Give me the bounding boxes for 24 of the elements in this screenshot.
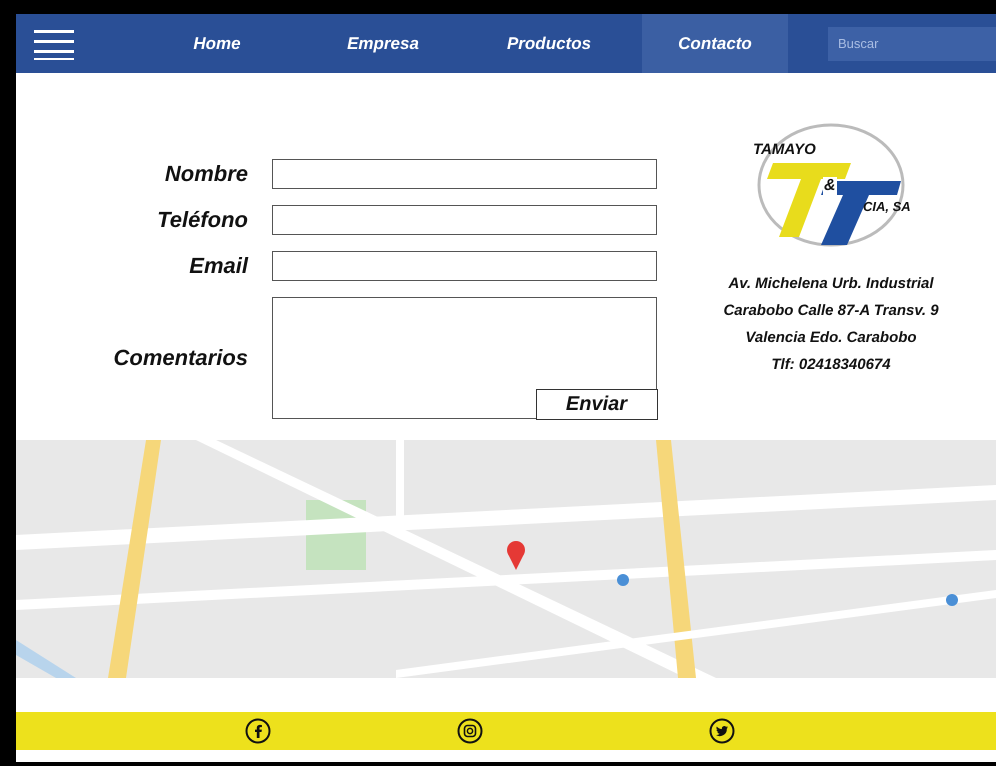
field-label: Email xyxy=(188,253,248,279)
field-label: Nombre xyxy=(164,161,248,187)
logo-text: CIA, SA xyxy=(863,199,911,214)
logo-text: TAMAYO xyxy=(753,141,816,158)
search-field[interactable]: Buscar xyxy=(828,26,996,60)
address-line: Av. Michelena Urb. Industrial xyxy=(728,275,934,292)
address-line: Tlf: 02418340674 xyxy=(771,356,891,373)
address-line: Carabobo Calle 87-A Transv. 9 xyxy=(723,302,939,319)
logo-text: & xyxy=(823,177,837,195)
submit-button[interactable]: Enviar xyxy=(536,388,658,420)
input-field[interactable] xyxy=(272,251,657,281)
comments-field[interactable]: Enviar xyxy=(272,297,657,419)
field-label: Teléfono xyxy=(156,207,248,233)
nav-tab[interactable]: Home xyxy=(144,14,290,73)
input-field[interactable] xyxy=(272,159,657,189)
address-line: Valencia Edo. Carabobo xyxy=(745,329,917,346)
twitter-icon[interactable] xyxy=(709,718,735,744)
instagram-icon[interactable] xyxy=(457,718,483,744)
nav-tab[interactable]: Productos xyxy=(476,14,622,73)
input-field[interactable] xyxy=(272,205,657,235)
field-label: Comentarios xyxy=(112,345,248,371)
nav-tab[interactable]: Contacto xyxy=(642,14,788,73)
facebook-icon[interactable] xyxy=(245,718,271,744)
nav-tab[interactable]: Empresa xyxy=(310,14,456,73)
